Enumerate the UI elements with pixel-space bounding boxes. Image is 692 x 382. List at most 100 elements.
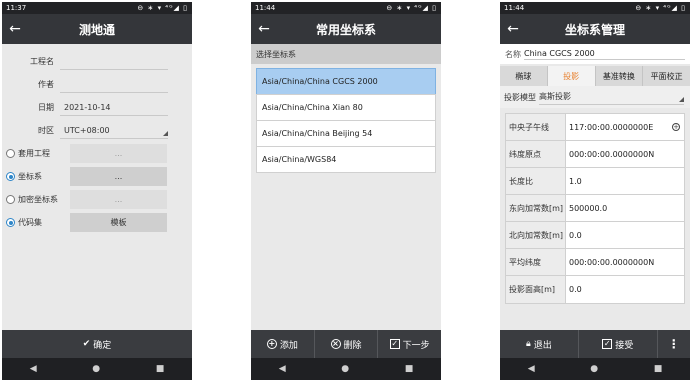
tab-plane-correction[interactable]: 平面校正	[643, 66, 690, 86]
coord-system-list: Asia/China/China CGCS 2000 Asia/China/Ch…	[256, 68, 436, 173]
apply-project-radio[interactable]	[6, 149, 15, 158]
accept-label: 接受	[615, 340, 634, 351]
android-nav-bar: ◀ ● ■	[2, 358, 192, 380]
param-value-input[interactable]: 500000.0	[566, 195, 684, 221]
next-label: 下一步	[402, 340, 430, 351]
param-key: 纬度原点	[506, 141, 566, 167]
date-input[interactable]: 2021-10-14	[60, 99, 168, 116]
list-item[interactable]: Asia/China/WGS84	[256, 146, 436, 173]
apply-project-button[interactable]: ...	[70, 144, 167, 163]
encrypted-coord-label: 加密坐标系	[18, 195, 58, 204]
nav-home-icon[interactable]: ●	[590, 364, 598, 374]
checkbox-icon: ✓	[389, 339, 400, 349]
table-row: 纬度原点 000:00:00.0000000N	[506, 141, 684, 168]
title-bar: ← 常用坐标系	[251, 14, 441, 44]
lock-icon: 🔒︎	[525, 339, 531, 349]
list-item[interactable]: Asia/China/China CGCS 2000	[256, 68, 436, 95]
next-button[interactable]: ✓ 下一步	[378, 330, 441, 358]
delete-label: 删除	[343, 340, 362, 351]
option-row-code-set: 代码集 模板	[2, 211, 192, 234]
check-icon: ✔	[82, 339, 91, 349]
param-value-input[interactable]: 0.0	[566, 276, 684, 303]
table-row: 中央子午线 117:00:00.0000000E +	[506, 114, 684, 141]
plus-circle-icon[interactable]: +	[672, 123, 680, 131]
status-time: 11:44	[504, 4, 525, 12]
back-arrow-icon[interactable]: ←	[2, 21, 28, 37]
tab-bar: 椭球 投影 基准转换 平面校正	[500, 66, 690, 86]
more-menu-icon[interactable]: ⋮	[658, 330, 690, 358]
screen-coord-system-management: 11:44 ⊖ ∗ ▾ ⁴ᴳ◢ ▯ ← 坐标系管理 名称 China CGCS …	[500, 2, 690, 380]
encrypted-coord-button[interactable]: ...	[70, 190, 167, 209]
table-row: 东向加常数[m] 500000.0	[506, 195, 684, 222]
delete-button[interactable]: × 删除	[315, 330, 379, 358]
param-value-input[interactable]: 000:00:00.0000000N	[566, 141, 684, 167]
code-set-label: 代码集	[18, 218, 42, 227]
projection-model-select[interactable]: 高斯投影	[539, 90, 684, 105]
option-row-coord-system: 坐标系 ...	[2, 165, 192, 188]
param-key: 平均纬度	[506, 249, 566, 275]
param-value-input[interactable]: 0.0	[566, 222, 684, 248]
projection-model-label: 投影模型	[504, 92, 536, 102]
checkbox-icon: ✓	[602, 339, 613, 349]
add-label: 添加	[279, 340, 298, 351]
nav-back-icon[interactable]: ◀	[30, 364, 37, 374]
param-value-input[interactable]: 000:00:00.0000000N	[566, 249, 684, 275]
status-time: 11:44	[255, 4, 276, 12]
nav-back-icon[interactable]: ◀	[279, 364, 286, 374]
project-name-label: 工程名	[30, 57, 54, 66]
status-bar: 11:44 ⊖ ∗ ▾ ⁴ᴳ◢ ▯	[251, 2, 441, 14]
confirm-button[interactable]: ✔ 确定	[2, 330, 192, 358]
name-input[interactable]: China CGCS 2000	[524, 49, 685, 60]
list-item[interactable]: Asia/China/China Beijing 54	[256, 120, 436, 147]
exit-button[interactable]: 🔒︎ 退出	[500, 330, 579, 358]
confirm-label: 确定	[93, 340, 112, 351]
param-key: 投影面高[m]	[506, 276, 566, 303]
coord-system-label: 坐标系	[18, 172, 42, 181]
tab-datum-transform[interactable]: 基准转换	[596, 66, 644, 86]
nav-back-icon[interactable]: ◀	[528, 364, 535, 374]
encrypted-coord-radio[interactable]	[6, 195, 15, 204]
action-bar: 🔒︎ 退出 ✓ 接受 ⋮	[500, 330, 690, 358]
coord-system-button[interactable]: ...	[70, 167, 167, 186]
table-row: 投影面高[m] 0.0	[506, 276, 684, 303]
nav-recent-icon[interactable]: ■	[156, 364, 165, 374]
date-row: 日期 2021-10-14	[2, 96, 192, 119]
param-key: 北向加常数[m]	[506, 222, 566, 248]
back-arrow-icon[interactable]: ←	[500, 21, 526, 37]
tab-projection[interactable]: 投影	[547, 66, 596, 86]
add-circle-icon: +	[266, 339, 277, 349]
central-meridian-input[interactable]: 117:00:00.0000000E +	[566, 114, 684, 140]
code-set-radio[interactable]	[6, 218, 15, 227]
nav-recent-icon[interactable]: ■	[405, 364, 414, 374]
status-bar: 11:37 ⊖ ∗ ▾ ⁴ᴳ◢ ▯	[2, 2, 192, 14]
accept-button[interactable]: ✓ 接受	[579, 330, 658, 358]
exit-label: 退出	[533, 340, 552, 351]
nav-home-icon[interactable]: ●	[341, 364, 349, 374]
date-label: 日期	[38, 103, 54, 112]
param-key: 中央子午线	[506, 114, 566, 140]
nav-recent-icon[interactable]: ■	[654, 364, 663, 374]
title-bar: ← 坐标系管理	[500, 14, 690, 44]
coord-system-radio[interactable]	[6, 172, 15, 181]
name-row: 名称 China CGCS 2000	[500, 44, 690, 64]
list-item[interactable]: Asia/China/China Xian 80	[256, 94, 436, 121]
projection-params-table: 中央子午线 117:00:00.0000000E + 纬度原点 000:00:0…	[505, 113, 685, 304]
timezone-select[interactable]: UTC+08:00	[60, 122, 168, 139]
nav-home-icon[interactable]: ●	[92, 364, 100, 374]
screen-common-coord-systems: 11:44 ⊖ ∗ ▾ ⁴ᴳ◢ ▯ ← 常用坐标系 选择坐标系 Asia/Chi…	[251, 2, 441, 380]
project-name-input[interactable]	[60, 53, 168, 70]
author-input[interactable]	[60, 76, 168, 93]
tab-ellipsoid[interactable]: 椭球	[500, 66, 548, 86]
param-value: 117:00:00.0000000E	[569, 122, 654, 132]
page-title: 测地通	[78, 22, 115, 37]
timezone-row: 时区 UTC+08:00	[2, 119, 192, 142]
delete-circle-icon: ×	[330, 339, 341, 349]
name-label: 名称	[505, 49, 521, 59]
page-title: 常用坐标系	[315, 22, 376, 37]
add-button[interactable]: + 添加	[251, 330, 315, 358]
screen-survey-setup: 11:37 ⊖ ∗ ▾ ⁴ᴳ◢ ▯ ← 测地通 工程名 作者 日期 2021-1…	[2, 2, 192, 380]
back-arrow-icon[interactable]: ←	[251, 21, 277, 37]
param-value-input[interactable]: 1.0	[566, 168, 684, 194]
title-bar: ← 测地通	[2, 14, 192, 44]
template-button[interactable]: 模板	[70, 213, 167, 232]
